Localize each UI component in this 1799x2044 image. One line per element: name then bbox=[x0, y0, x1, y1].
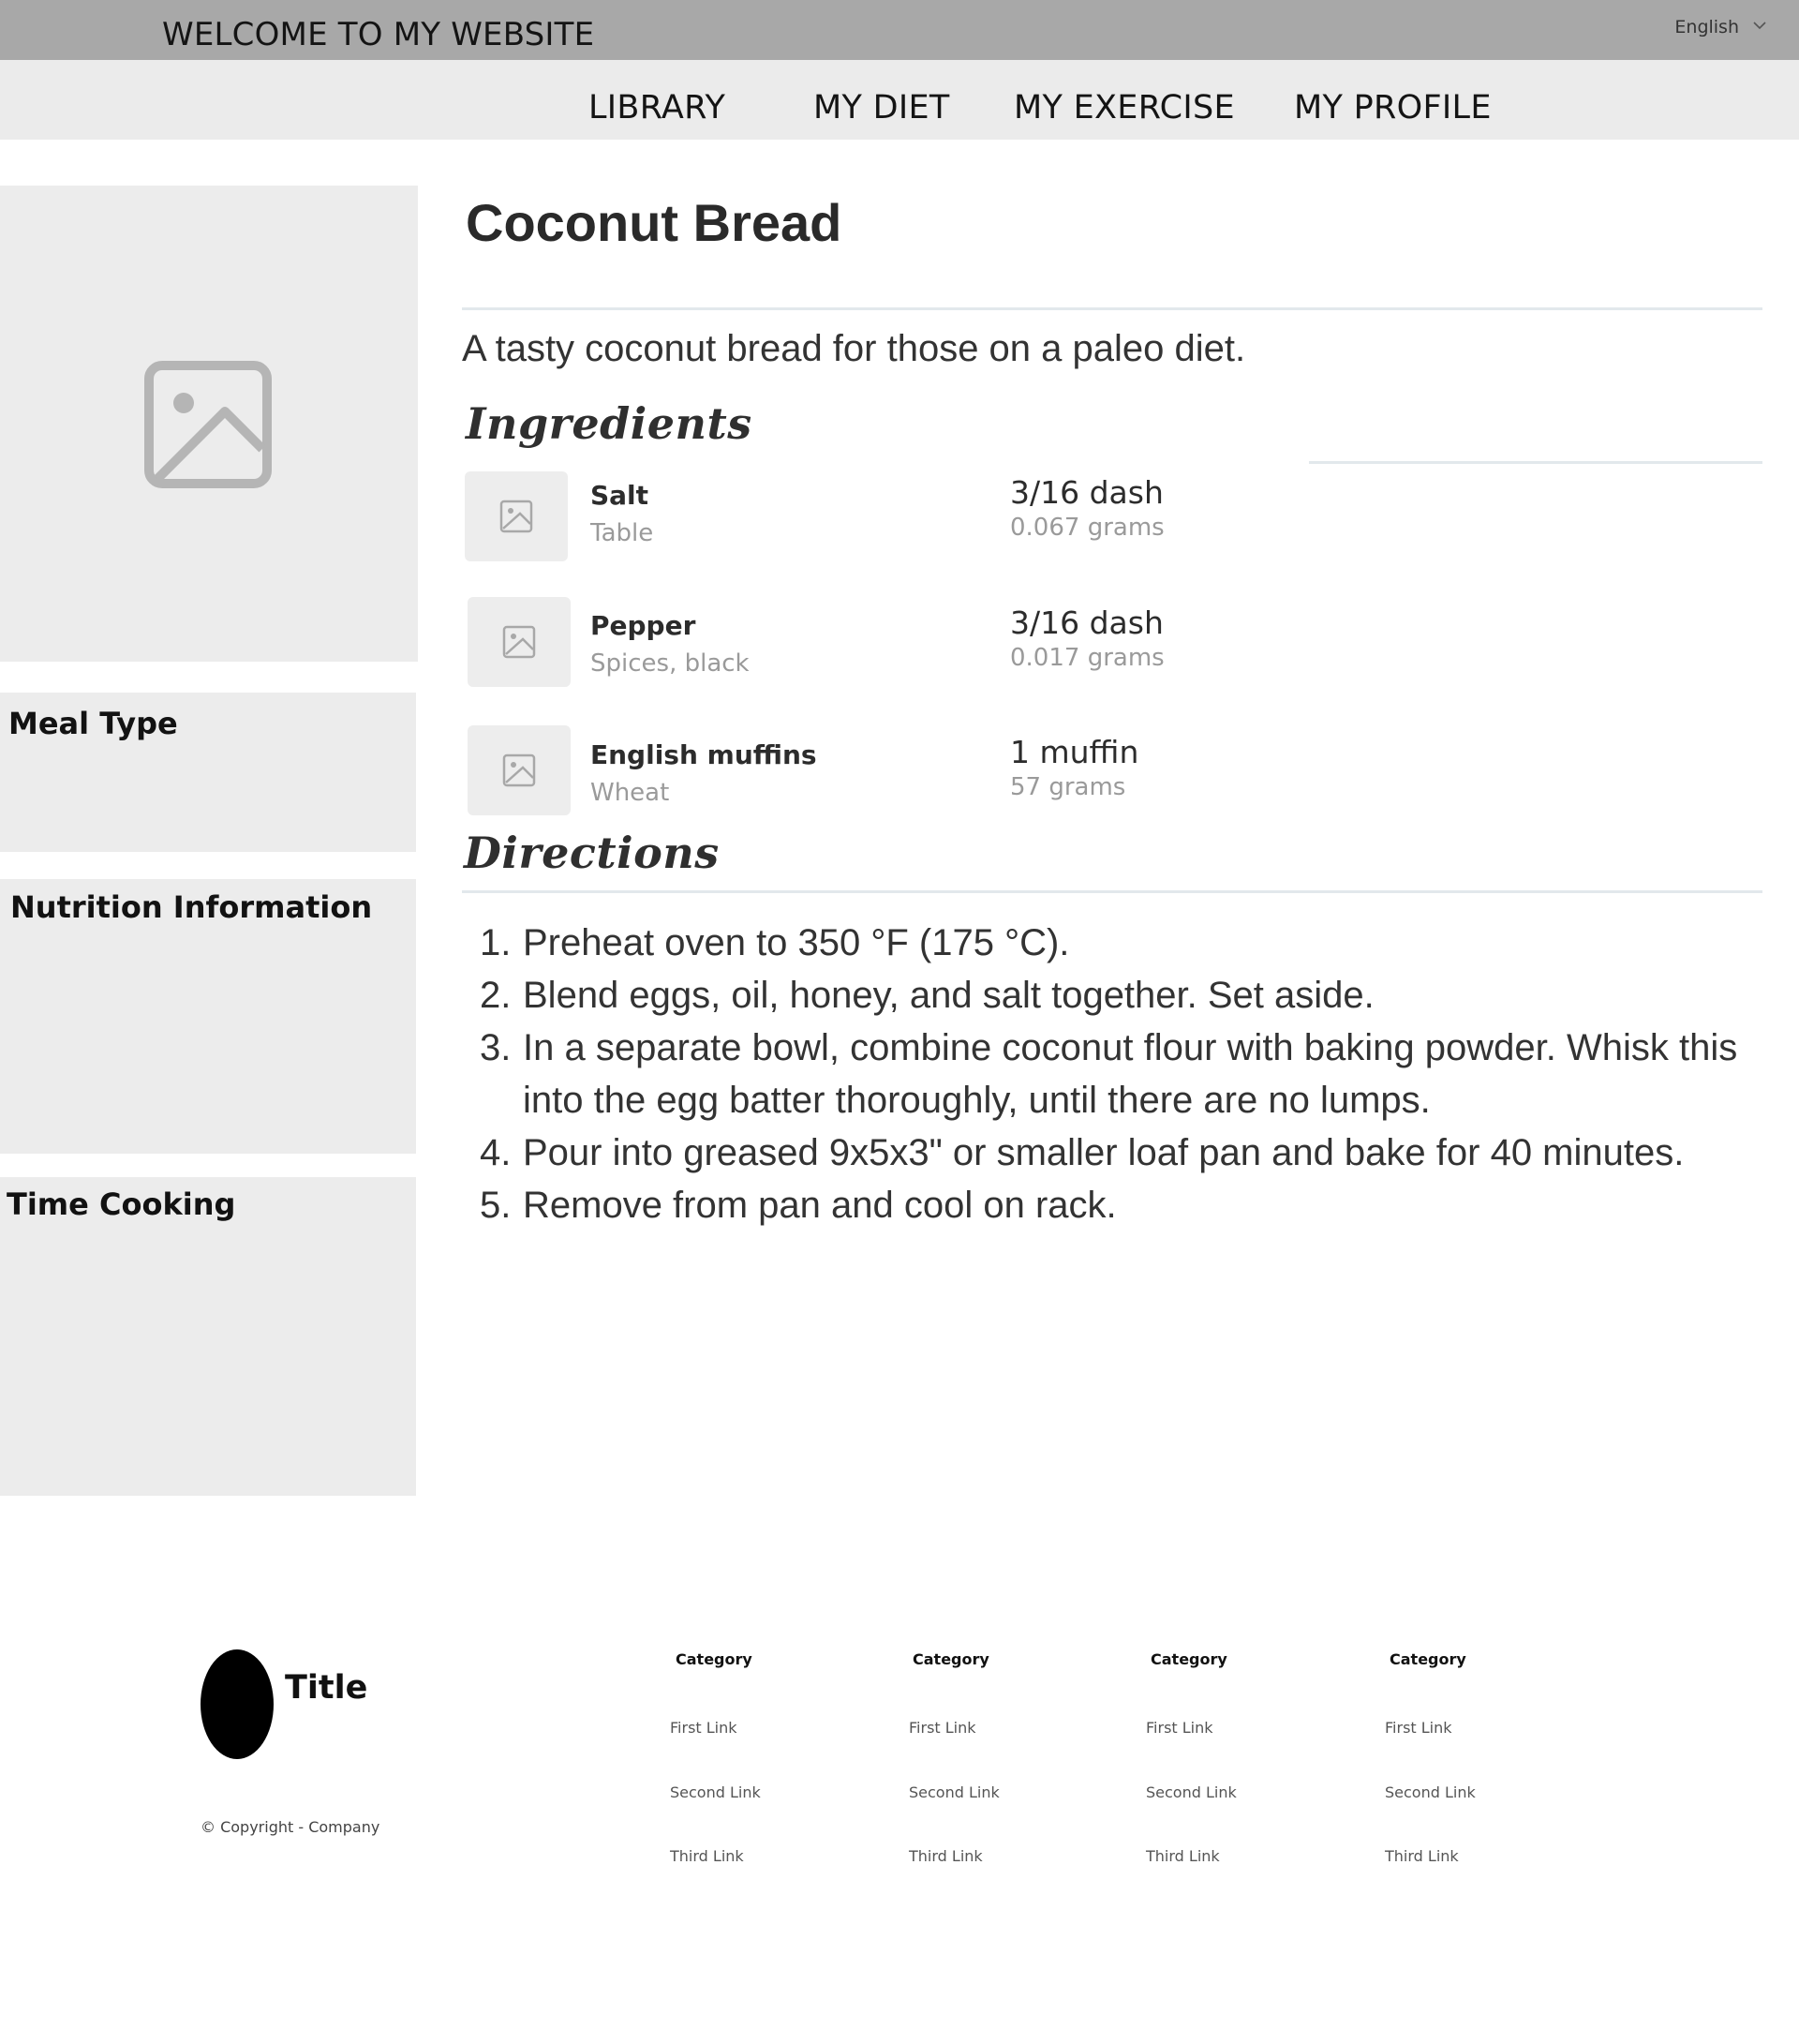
footer-link[interactable]: Third Link bbox=[1385, 1847, 1459, 1865]
image-placeholder-icon bbox=[144, 361, 272, 488]
directions-list: 1. Preheat oven to 350 °F (175 °C). 2. Ble… bbox=[480, 917, 1763, 1231]
footer-link[interactable]: First Link bbox=[670, 1719, 737, 1737]
ingredient-subtype: Spices, black bbox=[590, 649, 750, 678]
time-cooking-panel bbox=[0, 1177, 416, 1496]
footer-link[interactable]: First Link bbox=[1385, 1719, 1452, 1737]
nutrition-heading: Nutrition Information bbox=[10, 889, 373, 925]
footer-logo bbox=[201, 1649, 274, 1759]
footer-link[interactable]: First Link bbox=[1146, 1719, 1213, 1737]
ingredients-divider bbox=[1309, 461, 1762, 464]
footer-category-title: Category bbox=[676, 1650, 752, 1668]
ingredient-grams: 0.067 grams bbox=[1010, 514, 1165, 542]
recipe-title: Coconut Bread bbox=[466, 193, 842, 252]
nav-library[interactable]: LIBRARY bbox=[588, 89, 725, 127]
footer-link[interactable]: Third Link bbox=[670, 1847, 744, 1865]
footer-link[interactable]: Third Link bbox=[1146, 1847, 1220, 1865]
site-title: WELCOME TO MY WEBSITE bbox=[162, 16, 595, 53]
direction-step: 2. Blend eggs, oil, honey, and salt toget… bbox=[480, 975, 1375, 1016]
copyright-text: © Copyright - Company bbox=[201, 1818, 380, 1836]
ingredient-amount: 3/16 dash bbox=[1010, 604, 1164, 641]
direction-step: 5. Remove from pan and cool on rack. bbox=[480, 1185, 1117, 1226]
image-placeholder-icon bbox=[499, 500, 533, 533]
ingredient-subtype: Wheat bbox=[590, 779, 670, 807]
language-label: English bbox=[1674, 17, 1739, 37]
footer-category-title: Category bbox=[1390, 1650, 1466, 1668]
ingredient-name: Salt bbox=[590, 480, 649, 511]
ingredient-thumbnail bbox=[465, 471, 568, 561]
ingredient-amount: 3/16 dash bbox=[1010, 474, 1164, 511]
title-divider bbox=[462, 307, 1762, 310]
ingredient-name: English muffins bbox=[590, 739, 817, 770]
footer-category-title: Category bbox=[913, 1650, 989, 1668]
footer-link[interactable]: Second Link bbox=[670, 1783, 761, 1801]
footer-link[interactable]: Third Link bbox=[909, 1847, 983, 1865]
direction-step: 3. In a separate bowl, combine coconut fl… bbox=[480, 1027, 1738, 1121]
ingredient-amount: 1 muffin bbox=[1010, 734, 1139, 770]
directions-divider bbox=[462, 890, 1762, 893]
meal-type-heading: Meal Type bbox=[8, 706, 178, 741]
chevron-down-icon bbox=[1752, 17, 1767, 37]
direction-step: 1. Preheat oven to 350 °F (175 °C). bbox=[480, 922, 1070, 963]
ingredient-subtype: Table bbox=[590, 519, 654, 547]
footer-link[interactable]: Second Link bbox=[1146, 1783, 1237, 1801]
nav-my-profile[interactable]: MY PROFILE bbox=[1294, 89, 1492, 127]
nav-my-diet[interactable]: MY DIET bbox=[813, 89, 950, 127]
image-placeholder-icon bbox=[502, 753, 536, 787]
direction-step: 4. Pour into greased 9x5x3" or smaller lo… bbox=[480, 1132, 1685, 1173]
time-cooking-heading: Time Cooking bbox=[7, 1186, 236, 1222]
nav-my-exercise[interactable]: MY EXERCISE bbox=[1014, 89, 1235, 127]
ingredient-grams: 57 grams bbox=[1010, 773, 1126, 801]
image-placeholder-icon bbox=[502, 625, 536, 659]
ingredient-name: Pepper bbox=[590, 610, 696, 641]
footer-link[interactable]: Second Link bbox=[1385, 1783, 1476, 1801]
directions-heading: Directions bbox=[464, 828, 720, 878]
ingredient-grams: 0.017 grams bbox=[1010, 644, 1165, 672]
ingredient-thumbnail bbox=[468, 597, 571, 687]
footer-link[interactable]: Second Link bbox=[909, 1783, 1000, 1801]
footer-category-title: Category bbox=[1151, 1650, 1227, 1668]
recipe-description: A tasty coconut bread for those on a pal… bbox=[462, 328, 1246, 369]
language-selector[interactable]: English bbox=[1674, 17, 1767, 37]
ingredient-thumbnail bbox=[468, 725, 571, 815]
footer-link[interactable]: First Link bbox=[909, 1719, 976, 1737]
footer-title: Title bbox=[285, 1669, 368, 1707]
ingredients-heading: Ingredients bbox=[466, 398, 752, 449]
